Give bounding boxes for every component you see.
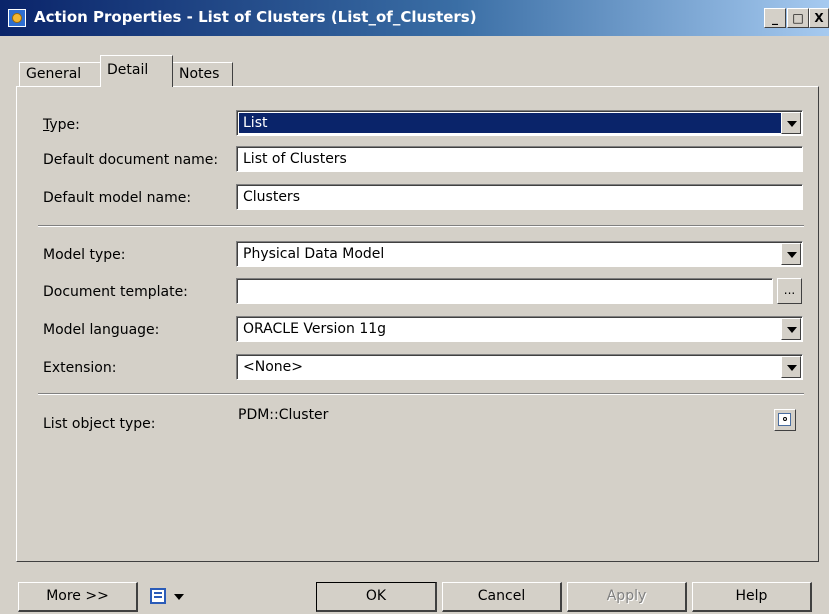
type-dropdown[interactable]: List bbox=[236, 110, 803, 136]
doc-name-value: List of Clusters bbox=[243, 151, 347, 167]
model-type-dropdown[interactable]: Physical Data Model bbox=[236, 241, 803, 267]
doc-template-input[interactable] bbox=[236, 278, 773, 304]
doc-name-input[interactable]: List of Clusters bbox=[236, 146, 803, 172]
help-button[interactable]: Help bbox=[692, 582, 812, 612]
app-icon bbox=[8, 9, 26, 27]
type-dropdown-arrow-icon[interactable] bbox=[781, 112, 801, 134]
tab-general[interactable]: General bbox=[19, 62, 101, 86]
print-control[interactable] bbox=[150, 586, 200, 608]
separator-2 bbox=[38, 393, 804, 395]
model-language-label: Model language: bbox=[43, 322, 160, 338]
minimize-button[interactable]: _ bbox=[764, 8, 786, 28]
apply-button[interactable]: Apply bbox=[567, 582, 687, 612]
title-bar[interactable]: Action Properties - List of Clusters (Li… bbox=[0, 0, 829, 36]
doc-name-label: Default document name: bbox=[43, 152, 219, 168]
separator-1 bbox=[38, 225, 804, 227]
extension-value: <None> bbox=[243, 359, 303, 375]
type-label: Type: bbox=[43, 117, 80, 133]
window-title: Action Properties - List of Clusters (Li… bbox=[34, 8, 477, 26]
model-name-label: Default model name: bbox=[43, 190, 192, 206]
type-value: List bbox=[239, 113, 800, 133]
model-type-label: Model type: bbox=[43, 247, 126, 263]
model-language-value: ORACLE Version 11g bbox=[243, 321, 387, 337]
list-object-type-value: PDM::Cluster bbox=[238, 407, 329, 423]
extension-label: Extension: bbox=[43, 360, 117, 376]
type-label-rest: ype: bbox=[49, 117, 80, 133]
more-button[interactable]: More >> bbox=[18, 582, 138, 612]
extension-dropdown-arrow-icon[interactable] bbox=[781, 356, 801, 378]
model-type-dropdown-arrow-icon[interactable] bbox=[781, 243, 801, 265]
properties-icon bbox=[778, 413, 791, 426]
cancel-button[interactable]: Cancel bbox=[442, 582, 562, 612]
extension-dropdown[interactable]: <None> bbox=[236, 354, 803, 380]
object-properties-button[interactable] bbox=[774, 409, 796, 431]
list-object-type-label: List object type: bbox=[43, 416, 156, 432]
model-name-input[interactable]: Clusters bbox=[236, 184, 803, 210]
doc-template-label: Document template: bbox=[43, 284, 188, 300]
print-dropdown-arrow-icon[interactable] bbox=[174, 594, 184, 600]
ok-button[interactable]: OK bbox=[316, 582, 437, 612]
tab-detail[interactable]: Detail bbox=[100, 55, 173, 87]
model-type-value: Physical Data Model bbox=[243, 246, 385, 262]
properties-window: Action Properties - List of Clusters (Li… bbox=[0, 0, 829, 614]
tab-notes[interactable]: Notes bbox=[172, 62, 233, 86]
model-language-dropdown[interactable]: ORACLE Version 11g bbox=[236, 316, 803, 342]
close-button[interactable]: X bbox=[809, 8, 829, 28]
browse-template-button[interactable]: ... bbox=[777, 278, 802, 304]
maximize-button[interactable]: □ bbox=[787, 8, 809, 28]
print-icon[interactable] bbox=[150, 588, 166, 604]
model-language-dropdown-arrow-icon[interactable] bbox=[781, 318, 801, 340]
model-name-value: Clusters bbox=[243, 189, 300, 205]
